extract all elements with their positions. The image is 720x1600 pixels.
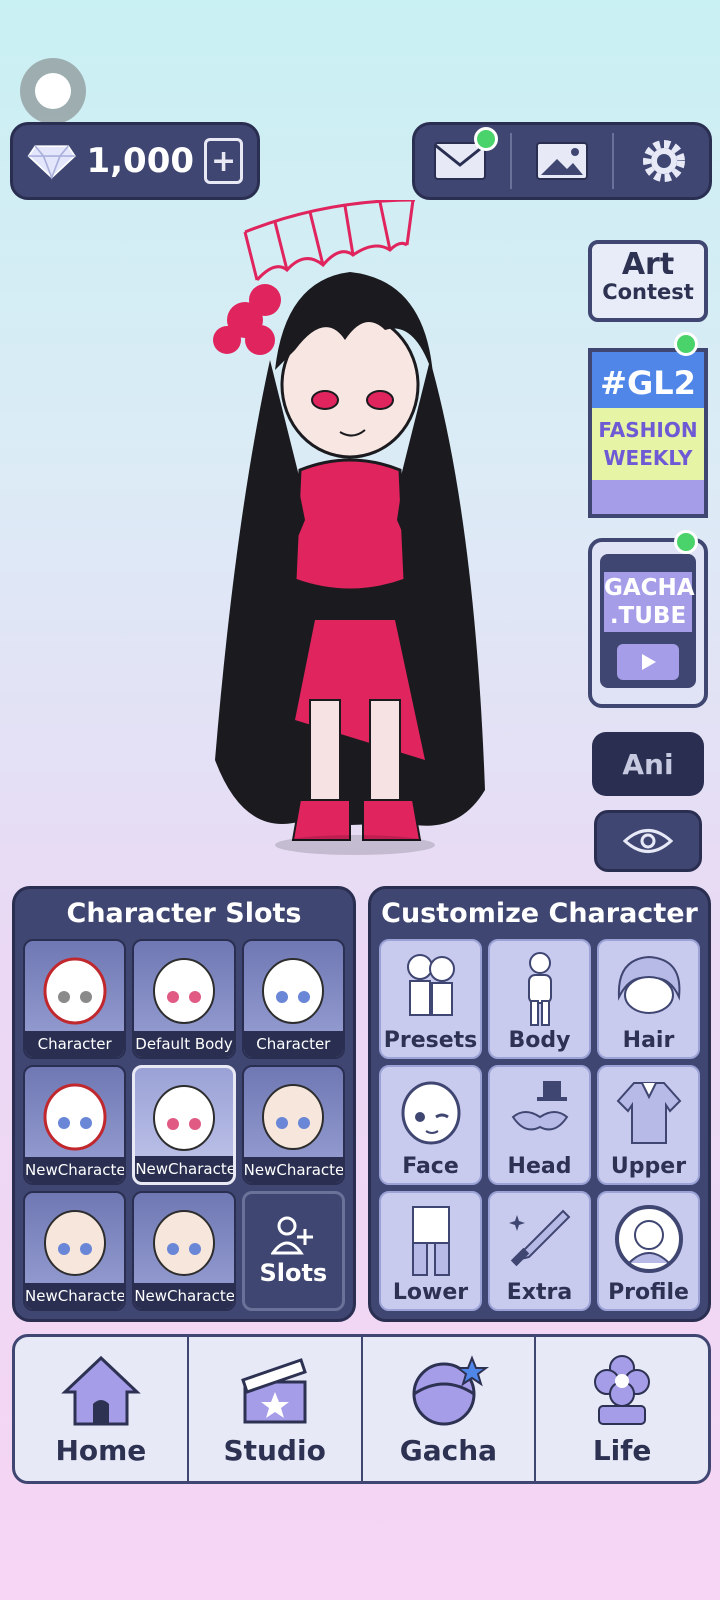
presets-icon [406, 954, 455, 1016]
fashion-weekly-button[interactable]: #GL2 FASHION WEEKLY [588, 348, 708, 518]
nav-studio[interactable]: Studio [186, 1337, 361, 1481]
tube-line2: .TUBE [609, 603, 687, 629]
gallery-icon [536, 142, 588, 180]
gacha-tube-button[interactable]: GACHA .TUBE [588, 538, 708, 708]
settings-button[interactable] [624, 131, 704, 191]
character-slots-title: Character Slots [66, 898, 302, 929]
nav-life[interactable]: Life [534, 1337, 708, 1481]
top-right-toolbar [412, 122, 712, 200]
slot-label: Character [243, 1031, 343, 1057]
gallery-button[interactable] [522, 131, 602, 191]
floating-toggle-button[interactable] [20, 58, 86, 124]
pants-icon [411, 1206, 450, 1276]
character-slot-selected[interactable]: NewCharacter [132, 1065, 236, 1185]
bottom-navigation: Home Studio Gacha Life [12, 1334, 711, 1484]
nav-gacha[interactable]: Gacha [360, 1337, 535, 1481]
head-label: Head [507, 1154, 572, 1179]
profile-button[interactable]: Profile [597, 1191, 700, 1311]
body-button[interactable]: Body [488, 939, 591, 1059]
nav-studio-label: Studio [223, 1434, 326, 1467]
sword-icon [508, 1209, 570, 1267]
head-accessory-icon [511, 1081, 568, 1131]
notification-dot [474, 127, 498, 151]
film-plus-icon[interactable]: + [204, 138, 243, 184]
lower-button[interactable]: Lower [379, 1191, 482, 1311]
tube-line1: GACHA [604, 575, 695, 601]
currency-bar: 1,000 + [10, 122, 260, 200]
currency-amount: 1,000 [86, 141, 195, 181]
lower-label: Lower [392, 1280, 469, 1305]
face-label: Face [402, 1154, 459, 1179]
character-slot[interactable]: Default Body [132, 939, 236, 1059]
play-icon [617, 644, 679, 680]
visibility-toggle-button[interactable] [594, 810, 702, 872]
character-slot[interactable]: Character [241, 939, 345, 1059]
character-slots-panel: Character Slots Character Default Body C… [12, 886, 356, 1322]
upper-button[interactable]: Upper [597, 1065, 700, 1185]
customize-title: Customize Character [381, 898, 698, 929]
presets-button[interactable]: Presets [379, 939, 482, 1059]
nav-home-label: Home [55, 1434, 147, 1467]
slot-label: NewCharacter [134, 1283, 234, 1309]
character-preview[interactable] [175, 200, 525, 880]
add-slots-button[interactable]: Slots [241, 1191, 345, 1311]
nav-home[interactable]: Home [15, 1337, 187, 1481]
character-slot[interactable]: Character [23, 939, 127, 1059]
hair-button[interactable]: Hair [597, 939, 700, 1059]
upper-label: Upper [610, 1154, 687, 1179]
slot-label: NewCharacter [243, 1157, 343, 1183]
settings-icon [643, 140, 685, 182]
house-icon [61, 1355, 141, 1426]
shirt-icon [616, 1082, 681, 1144]
body-label: Body [508, 1028, 571, 1053]
hair-label: Hair [622, 1028, 675, 1053]
notification-dot [674, 332, 698, 356]
gacha-ball-icon [412, 1355, 490, 1426]
character-slot[interactable]: NewCharacter [241, 1065, 345, 1185]
profile-label: Profile [608, 1280, 689, 1305]
slot-label: Character [25, 1031, 125, 1057]
slot-label: NewCharacter [25, 1157, 125, 1183]
slot-label: NewCharacter [135, 1156, 233, 1182]
art-contest-title: Art [621, 247, 675, 282]
mail-button[interactable] [420, 127, 500, 191]
head-button[interactable]: Head [488, 1065, 591, 1185]
art-contest-subtitle: Contest [602, 280, 694, 304]
eye-icon [623, 829, 673, 853]
diamond-icon [27, 145, 76, 180]
character-slot[interactable]: NewCharacter [132, 1191, 236, 1311]
fashion-tag: #GL2 [592, 352, 704, 408]
add-user-icon [271, 1216, 314, 1255]
hair-icon [617, 955, 680, 1014]
flower-icon [594, 1355, 651, 1425]
fashion-line1: FASHION [598, 418, 698, 442]
presets-label: Presets [383, 1028, 478, 1053]
body-icon [527, 952, 552, 1026]
face-button[interactable]: Face [379, 1065, 482, 1185]
slot-label: Default Body [134, 1031, 234, 1057]
profile-icon [614, 1205, 683, 1273]
fashion-line2: WEEKLY [603, 446, 693, 470]
nav-gacha-label: Gacha [399, 1434, 498, 1467]
character-slot[interactable]: NewCharacter [23, 1065, 127, 1185]
notification-dot [674, 530, 698, 554]
face-icon [401, 1081, 460, 1145]
extra-label: Extra [506, 1280, 573, 1305]
ani-button[interactable]: Ani [592, 732, 704, 796]
add-slots-label: Slots [259, 1259, 328, 1287]
customize-character-panel: Customize Character Presets Body Hair Fa… [368, 886, 711, 1322]
nav-life-label: Life [592, 1434, 652, 1467]
character-slot[interactable]: NewCharacter [23, 1191, 127, 1311]
art-contest-button[interactable]: Art Contest [588, 240, 708, 322]
extra-button[interactable]: Extra [488, 1191, 591, 1311]
clapperboard-icon [240, 1358, 307, 1424]
slot-label: NewCharacter [25, 1283, 125, 1309]
